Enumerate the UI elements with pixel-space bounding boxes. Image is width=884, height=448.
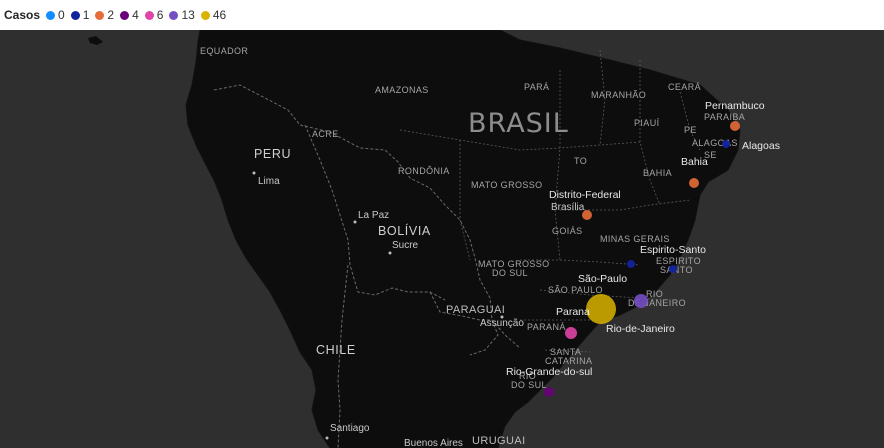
legend-label: 46 <box>212 8 227 22</box>
legend-label: 4 <box>132 8 139 22</box>
bubble-bahia[interactable] <box>689 178 699 188</box>
bubble-sao-paulo[interactable] <box>627 260 635 268</box>
bubble-alagoas[interactable] <box>722 140 730 148</box>
bubble-espirito-santo[interactable] <box>669 265 677 273</box>
map-legend: Casos 0 1 2 4 6 13 46 <box>0 0 884 30</box>
legend-item-2[interactable]: 2 <box>95 8 114 22</box>
bubble-parana[interactable] <box>586 294 616 324</box>
bubble-label-pernambuco: Pernambuco <box>705 100 765 112</box>
bubble-rio-grande-do-sul[interactable] <box>544 387 554 397</box>
legend-swatch <box>46 10 56 20</box>
legend-swatch <box>70 10 80 20</box>
legend-label: 13 <box>181 8 195 22</box>
bubble-label-sao-paulo: São-Paulo <box>578 273 628 285</box>
map-canvas[interactable]: EQUADOR AMAZONAS PARÁ MARANHÃO CEARÁ BRA… <box>0 30 884 448</box>
legend-item-4[interactable]: 4 <box>120 8 139 22</box>
legend-label: 0 <box>58 8 65 22</box>
bubble-label-parana: Parana <box>556 306 590 318</box>
bubble-label-bahia: Bahia <box>681 156 708 168</box>
bubble-label-rio-grande-do-sul: Rio-Grande-do-sul <box>506 366 593 378</box>
legend-item-6[interactable]: 6 <box>144 8 164 22</box>
bubble-label-distrito-federal: Distrito-Federal <box>549 189 621 201</box>
bubble-label-espirito-santo: Espirito-Santo <box>640 244 706 256</box>
bubble-pernambuco[interactable] <box>730 121 740 131</box>
legend-label: 6 <box>156 8 164 22</box>
bubble-label-rio-de-janeiro: Rio-de-Janeiro <box>606 323 675 335</box>
bubble-santa-catarina[interactable] <box>565 327 577 339</box>
legend-title: Casos <box>4 8 41 22</box>
bubble-rio-de-janeiro[interactable] <box>634 294 648 308</box>
bubble-distrito-federal[interactable] <box>582 210 592 220</box>
legend-label: 1 <box>82 8 90 22</box>
bubble-layer <box>544 121 740 397</box>
legend-swatch <box>200 10 210 20</box>
legend-item-46[interactable]: 46 <box>200 8 227 22</box>
legend-swatch <box>144 10 154 20</box>
legend-label: 2 <box>107 8 115 22</box>
legend-swatch <box>120 10 130 20</box>
legend-swatch <box>169 10 179 20</box>
legend-item-13[interactable]: 13 <box>169 8 195 22</box>
legend-item-1[interactable]: 1 <box>70 8 90 22</box>
legend-item-0[interactable]: 0 <box>46 8 65 22</box>
bubble-label-alagoas: Alagoas <box>742 140 780 152</box>
legend-swatch <box>95 10 105 20</box>
